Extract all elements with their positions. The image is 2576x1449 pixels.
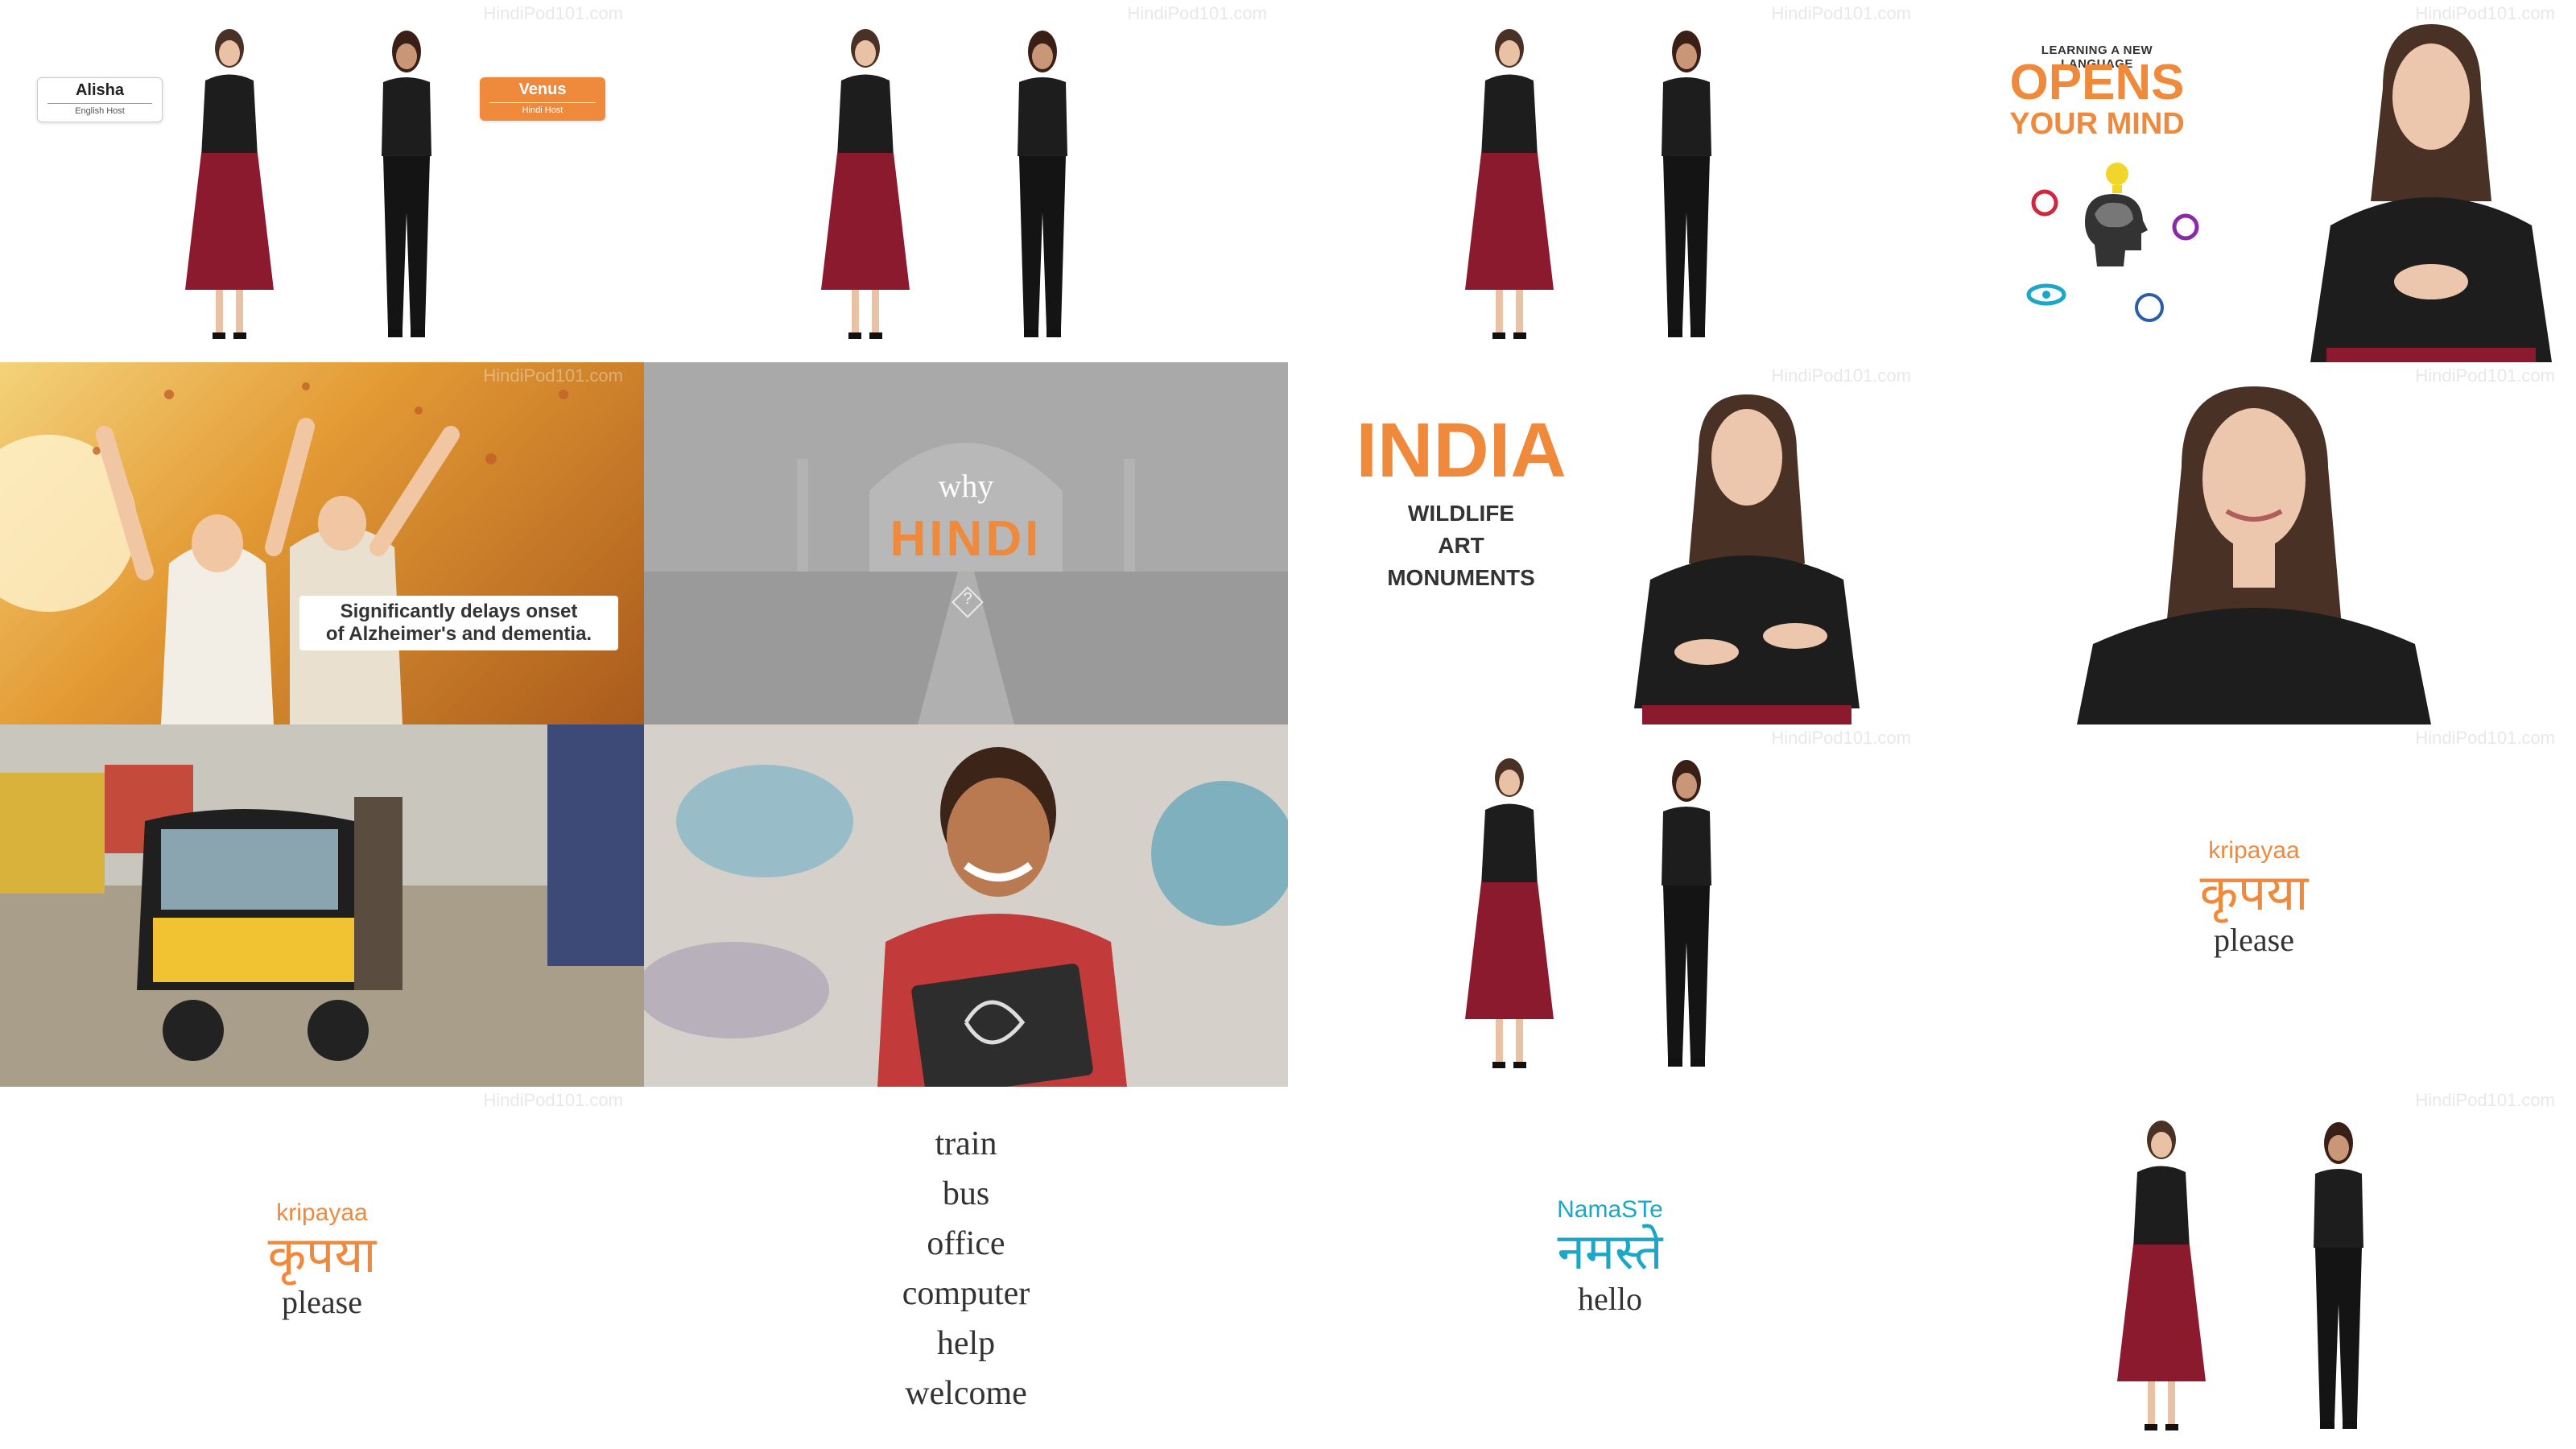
host-venus-figure bbox=[1662, 760, 1711, 1067]
host-venus-figure bbox=[2314, 1122, 2363, 1429]
watermark: HindiPod101.com bbox=[483, 3, 623, 23]
watermark: HindiPod101.com bbox=[1771, 728, 1911, 748]
india-item-monuments: MONUMENTS bbox=[1387, 565, 1535, 590]
watermark: HindiPod101.com bbox=[483, 1090, 623, 1110]
host-alisha-closeup bbox=[2077, 386, 2431, 724]
watermark: HindiPod101.com bbox=[1771, 3, 1911, 23]
frame-india: HindiPod101.com INDIA WILDLIFE ART MONUM… bbox=[1288, 362, 1932, 724]
globe-icon bbox=[2135, 293, 2164, 322]
host-alisha-figure bbox=[1465, 758, 1554, 1068]
auto-rickshaw-photo bbox=[0, 724, 644, 1087]
india-title: INDIA bbox=[1356, 407, 1567, 493]
vocab-item: bus bbox=[942, 1175, 990, 1212]
dementia-caption-line1: Significantly delays onset bbox=[340, 601, 578, 622]
alisha-role: English Host bbox=[47, 103, 152, 116]
opens-mind-line2: YOUR MIND bbox=[2009, 107, 2185, 141]
venus-name: Venus bbox=[518, 80, 567, 98]
host-venus-figure bbox=[1018, 31, 1067, 337]
vocab-card-hello: NamaSTe नमस्ते hello bbox=[1449, 1196, 1771, 1318]
india-item-wildlife: WILDLIFE bbox=[1407, 501, 1515, 526]
vocab-roman: kripayaa bbox=[2208, 837, 2300, 864]
vocab-item: help bbox=[936, 1325, 996, 1362]
frame-vocab-list: train bus office computer help welcome bbox=[644, 1087, 1288, 1449]
frame-kripayaa-2: HindiPod101.com kripayaa कृपया please bbox=[0, 1087, 644, 1449]
vocab-item: computer bbox=[902, 1275, 1030, 1312]
host-alisha-figure bbox=[821, 29, 910, 339]
vocab-english: hello bbox=[1578, 1281, 1642, 1317]
frame-hosts-5: HindiPod101.com bbox=[1932, 1087, 2576, 1449]
host-alisha-figure bbox=[185, 29, 274, 339]
vocab-item: welcome bbox=[905, 1375, 1027, 1412]
child-photo bbox=[644, 724, 1288, 1087]
frame-namaste: NamaSTe नमस्ते hello bbox=[1288, 1087, 1932, 1449]
alisha-name-card: Alisha English Host bbox=[37, 77, 163, 122]
dementia-caption-line2: of Alzheimer's and dementia. bbox=[325, 623, 592, 645]
frame-alisha-closeup: HindiPod101.com bbox=[1932, 362, 2576, 724]
vocab-item: train bbox=[935, 1125, 997, 1162]
venus-role: Hindi Host bbox=[489, 102, 596, 115]
head-brain-icon bbox=[2085, 194, 2148, 266]
why-text: why bbox=[938, 468, 994, 504]
vocab-devanagari: नमस्ते bbox=[1557, 1222, 1663, 1281]
host-venus-figure bbox=[382, 31, 431, 337]
radio-icon bbox=[2172, 213, 2199, 241]
frame-hosts-3: HindiPod101.com bbox=[1288, 0, 1932, 362]
dementia-caption: Significantly delays onset of Alzheimer'… bbox=[299, 596, 618, 650]
brain-infographic bbox=[2026, 163, 2199, 322]
vocab-item: office bbox=[927, 1225, 1005, 1262]
lightbulb-icon bbox=[2106, 163, 2128, 193]
alisha-name: Alisha bbox=[75, 81, 125, 99]
host-alisha-closeup bbox=[2310, 24, 2552, 362]
frame-kripayaa-1: HindiPod101.com kripayaa कृपया please bbox=[1932, 724, 2576, 1087]
vocab-list: train bus office computer help welcome bbox=[644, 1119, 1288, 1418]
venus-name-card: Venus Hindi Host bbox=[480, 77, 605, 121]
watermark: HindiPod101.com bbox=[1771, 365, 1911, 386]
question-mark: ? bbox=[963, 590, 972, 608]
watermark: HindiPod101.com bbox=[1127, 3, 1267, 23]
frame-hosts-intro: HindiPod101.com Alisha English Host Venu… bbox=[0, 0, 644, 362]
elderly-couple-photo bbox=[0, 382, 568, 724]
watermark: HindiPod101.com bbox=[2415, 728, 2555, 748]
frame-hosts-4: HindiPod101.com bbox=[1288, 724, 1932, 1087]
frame-why-hindi: HindiPod101.com why HINDI ? bbox=[644, 362, 1288, 724]
host-venus-figure bbox=[1662, 31, 1711, 337]
host-alisha-closeup bbox=[1634, 394, 1860, 724]
frame-hosts-2: HindiPod101.com bbox=[644, 0, 1288, 362]
hindi-title: HINDI bbox=[890, 511, 1042, 567]
host-alisha-figure bbox=[2117, 1121, 2206, 1430]
watermark: HindiPod101.com bbox=[2415, 1090, 2555, 1110]
thumbnail-grid: HindiPod101.com Alisha English Host Venu… bbox=[0, 0, 2576, 1449]
frame-rickshaw: HindiPod101.com bbox=[0, 724, 644, 1087]
vocab-roman: NamaSTe bbox=[1557, 1196, 1663, 1223]
vocab-card-please: kripayaa कृपया please bbox=[161, 1199, 483, 1321]
host-alisha-figure bbox=[1465, 29, 1554, 339]
vocab-devanagari: कृपया bbox=[2199, 863, 2309, 922]
vocab-card-please: kripayaa कृपया please bbox=[2093, 837, 2415, 959]
opens-mind-line1: OPENS bbox=[2009, 55, 2185, 110]
vocab-roman: kripayaa bbox=[276, 1199, 368, 1226]
frame-dementia: HindiPod101.com Significantly delays ons… bbox=[0, 362, 644, 724]
frame-opens-mind: HindiPod101.com LEARNING A NEW LANGUAGE … bbox=[1932, 0, 2576, 362]
vocab-english: please bbox=[282, 1284, 362, 1320]
flower-icon bbox=[2031, 189, 2058, 217]
vocab-english: please bbox=[2214, 922, 2294, 958]
india-item-art: ART bbox=[1438, 533, 1484, 558]
vocab-devanagari: कृपया bbox=[267, 1225, 377, 1284]
frame-child-slate: HindiPod101.com bbox=[644, 724, 1288, 1087]
